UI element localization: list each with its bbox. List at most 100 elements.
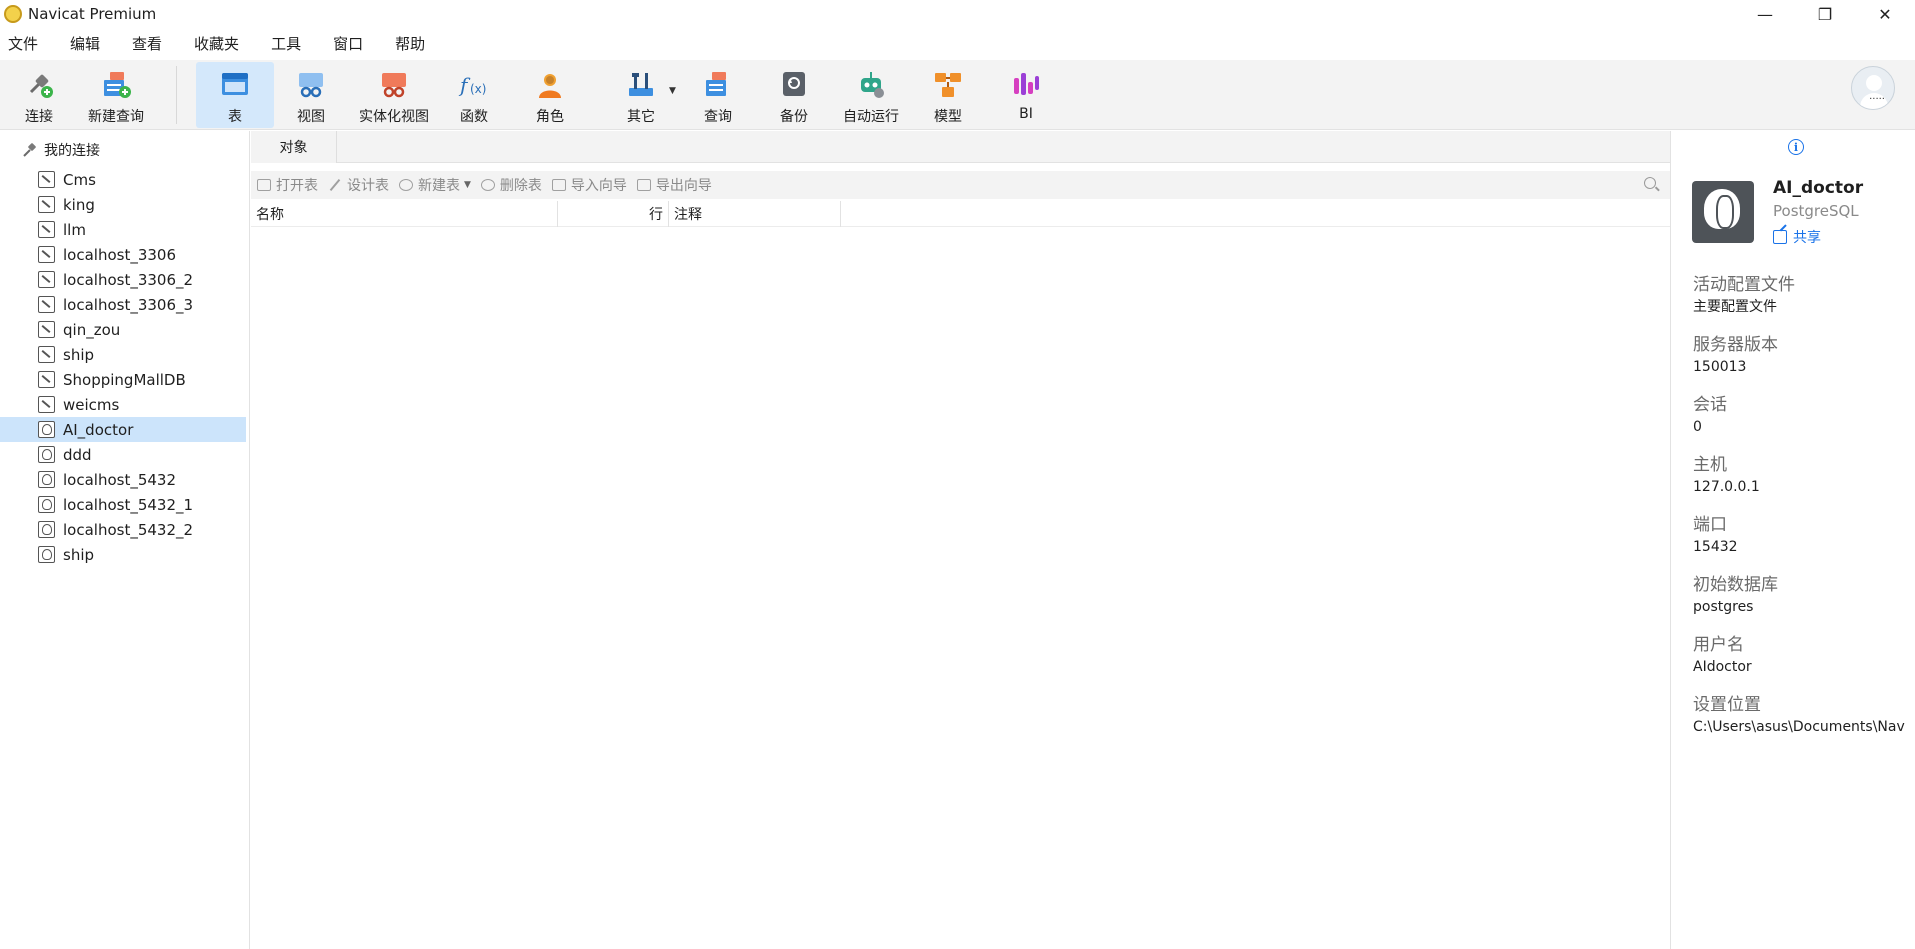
connection-item[interactable]: Cms [0, 167, 246, 192]
column-header-name[interactable]: 名称 [251, 200, 558, 227]
new-query-button[interactable]: 新建查询 [82, 62, 150, 128]
mysql-connection-icon [38, 171, 55, 188]
design-table-button[interactable]: 设计表 [328, 175, 389, 195]
role-button[interactable]: 角色 [530, 62, 570, 128]
query-button[interactable]: 查询 [698, 62, 738, 128]
export-wizard-button[interactable]: 导出向导 [636, 175, 712, 195]
function-button[interactable]: f (x) 函数 [452, 62, 496, 128]
object-toolbar: 打开表 设计表 新建表 ▼ 删除表 导入向导 导出向导 [251, 171, 1670, 199]
menu-view[interactable]: 查看 [124, 33, 170, 54]
property-label: 活动配置文件 [1693, 275, 1795, 295]
tab-objects[interactable]: 对象 [251, 131, 337, 163]
connection-item[interactable]: ShoppingMallDB [0, 367, 246, 392]
search-icon[interactable] [1644, 177, 1656, 189]
connection-item[interactable]: localhost_5432 [0, 467, 246, 492]
connection-item[interactable]: king [0, 192, 246, 217]
connection-list: Cms king llm localhost_3306 localhost_33… [0, 167, 246, 567]
connection-info-panel: i AI_doctor PostgreSQL 共享 活动配置文件 主要配置文件 … [1670, 131, 1915, 949]
model-label: 模型 [934, 109, 962, 125]
chevron-down-icon[interactable]: ▼ [464, 180, 471, 190]
connection-item[interactable]: ship [0, 542, 246, 567]
function-label: 函数 [460, 109, 488, 125]
share-label: 共享 [1793, 230, 1821, 246]
backup-button[interactable]: 备份 [774, 62, 814, 128]
connection-item[interactable]: localhost_3306_2 [0, 267, 246, 292]
connection-item[interactable]: llm [0, 217, 246, 242]
object-list-header: 名称 行 注释 [251, 200, 1670, 227]
connect-label: 连接 [25, 109, 53, 125]
menu-file[interactable]: 文件 [0, 33, 46, 54]
share-link[interactable]: 共享 [1773, 227, 1821, 247]
menu-window[interactable]: 窗口 [325, 33, 371, 54]
column-header-comment[interactable]: 注释 [669, 200, 841, 227]
view-button[interactable]: 视图 [288, 62, 334, 128]
postgresql-connection-icon [38, 546, 55, 563]
info-icon[interactable]: i [1788, 139, 1804, 155]
connection-name: AI_doctor [63, 420, 134, 439]
connection-item-selected[interactable]: AI_doctor [0, 417, 246, 442]
menu-tools[interactable]: 工具 [263, 33, 309, 54]
property-value: postgres [1693, 599, 1754, 615]
connect-button[interactable]: 连接 [14, 62, 64, 128]
connection-name: ddd [63, 445, 92, 464]
table-label: 表 [228, 109, 242, 125]
menu-help[interactable]: 帮助 [387, 33, 433, 54]
connection-name: qin_zou [63, 320, 121, 339]
property-initial-database: 初始数据库 postgres [1693, 573, 1913, 633]
connection-name: localhost_5432_2 [63, 520, 194, 539]
close-button[interactable]: ✕ [1855, 0, 1915, 28]
connection-item[interactable]: localhost_3306_3 [0, 292, 246, 317]
navicat-logo-icon [4, 5, 22, 23]
table-button[interactable]: 表 [196, 62, 274, 128]
other-label: 其它 [627, 109, 655, 125]
export-wizard-label: 导出向导 [655, 178, 712, 194]
share-icon [1773, 230, 1787, 244]
automation-button[interactable]: 自动运行 [838, 62, 904, 128]
connection-item[interactable]: localhost_5432_2 [0, 517, 246, 542]
delete-table-button[interactable]: 删除表 [480, 175, 542, 195]
window-controls: — ❐ ✕ [1735, 0, 1915, 28]
mysql-connection-icon [38, 196, 55, 213]
import-wizard-button[interactable]: 导入向导 [551, 175, 627, 195]
property-value: 127.0.0.1 [1693, 479, 1760, 495]
connection-title: AI_doctor [1773, 178, 1864, 198]
folder-icon [257, 179, 271, 191]
property-server-version: 服务器版本 150013 [1693, 333, 1913, 393]
connection-item[interactable]: weicms [0, 392, 246, 417]
property-value: 15432 [1693, 539, 1738, 555]
materialized-view-button[interactable]: 实体化视图 [354, 62, 434, 128]
property-label: 设置位置 [1693, 695, 1761, 715]
connection-item[interactable]: localhost_3306 [0, 242, 246, 267]
restore-button[interactable]: ❐ [1795, 0, 1855, 28]
property-port: 端口 15432 [1693, 513, 1913, 573]
connection-type: PostgreSQL [1773, 202, 1859, 220]
title-bar: Navicat Premium — ❐ ✕ [0, 0, 1915, 28]
connection-name: king [63, 195, 95, 214]
menu-edit[interactable]: 编辑 [62, 33, 108, 54]
connection-properties: 活动配置文件 主要配置文件 服务器版本 150013 会话 0 主机 127.0… [1693, 273, 1913, 753]
import-icon [551, 179, 566, 191]
other-button[interactable]: 其它 [612, 62, 670, 128]
robot-icon [861, 72, 884, 98]
connection-item[interactable]: ddd [0, 442, 246, 467]
minus-circle-icon [480, 179, 495, 191]
plus-circle-icon [399, 179, 413, 191]
object-list-area[interactable] [251, 228, 1670, 949]
property-label: 初始数据库 [1693, 575, 1778, 595]
mysql-connection-icon [38, 346, 55, 363]
property-value: AIdoctor [1693, 659, 1752, 675]
other-dropdown-caret-icon[interactable]: ▼ [669, 86, 676, 96]
menu-favorites[interactable]: 收藏夹 [186, 33, 247, 54]
minimize-button[interactable]: — [1735, 0, 1795, 28]
new-table-button[interactable]: 新建表 ▼ [399, 175, 471, 195]
open-table-button[interactable]: 打开表 [257, 175, 318, 195]
column-header-rows[interactable]: 行 [558, 200, 669, 227]
connection-name: localhost_3306_3 [63, 295, 194, 314]
my-connections-root[interactable]: 我的连接 [22, 140, 100, 160]
bi-button[interactable]: BI [1006, 62, 1046, 128]
model-button[interactable]: 模型 [928, 62, 968, 128]
mysql-connection-icon [38, 296, 55, 313]
connection-item[interactable]: localhost_5432_1 [0, 492, 246, 517]
connection-item[interactable]: qin_zou [0, 317, 246, 342]
connection-item[interactable]: ship [0, 342, 246, 367]
